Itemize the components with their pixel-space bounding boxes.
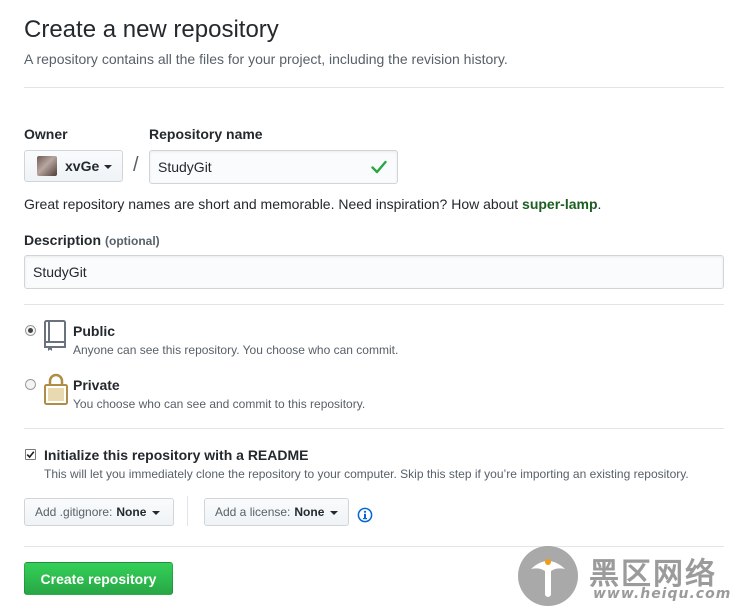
chevron-down-icon <box>104 165 113 169</box>
readme-checkbox[interactable] <box>25 449 36 460</box>
repo-name-input[interactable]: StudyGit <box>149 150 398 184</box>
description-label-text: Description <box>24 232 102 248</box>
create-repository-button[interactable]: Create repository <box>24 562 173 595</box>
owner-repo-separator: / <box>133 154 139 176</box>
repo-book-icon <box>44 320 66 351</box>
owner-label: Owner <box>24 126 68 142</box>
readme-title[interactable]: Initialize this repository with a README <box>44 447 308 463</box>
divider <box>24 87 724 88</box>
lock-icon <box>44 373 68 405</box>
owner-dropdown[interactable]: xvGe <box>24 150 123 182</box>
private-description: You choose who can see and commit to thi… <box>73 397 366 411</box>
license-label: Add a license: <box>215 505 291 519</box>
description-value: StudyGit <box>33 264 87 280</box>
name-hint: Great repository names are short and mem… <box>24 196 601 212</box>
private-radio[interactable] <box>25 379 36 390</box>
info-icon[interactable] <box>357 507 373 523</box>
license-select[interactable]: Add a license: None <box>204 498 349 526</box>
divider <box>24 304 724 305</box>
divider <box>24 428 724 429</box>
divider <box>187 496 188 526</box>
description-label: Description (optional) <box>24 232 160 248</box>
watermark: 黑区网络 www.heiqu.com <box>517 543 749 610</box>
public-description: Anyone can see this repository. You choo… <box>73 343 399 357</box>
gitignore-select[interactable]: Add .gitignore: None <box>24 498 174 526</box>
repo-name-value: StudyGit <box>158 159 212 175</box>
private-title[interactable]: Private <box>73 377 120 393</box>
chevron-down-icon <box>330 511 339 515</box>
hint-text: Great repository names are short and mem… <box>24 196 523 212</box>
page-subtitle: A repository contains all the files for … <box>24 51 508 67</box>
gitignore-label: Add .gitignore: <box>35 505 113 519</box>
public-title[interactable]: Public <box>73 323 115 339</box>
watermark-logo-icon <box>518 546 578 606</box>
license-value: None <box>294 505 325 519</box>
chevron-down-icon <box>152 511 161 515</box>
name-suggestion[interactable]: super-lamp <box>522 196 597 212</box>
description-input[interactable]: StudyGit <box>24 255 724 289</box>
avatar <box>37 156 57 176</box>
optional-note: (optional) <box>105 234 160 248</box>
check-icon <box>371 160 387 174</box>
hint-suffix: . <box>597 196 602 212</box>
owner-name: xvGe <box>65 158 100 174</box>
public-radio[interactable] <box>25 325 36 336</box>
page-title: Create a new repository <box>24 16 279 43</box>
gitignore-value: None <box>116 505 147 519</box>
readme-description: This will let you immediately clone the … <box>44 467 689 481</box>
watermark-url: www.heiqu.com <box>593 586 732 602</box>
repo-name-label: Repository name <box>149 126 263 142</box>
checkmark-icon <box>26 451 35 459</box>
